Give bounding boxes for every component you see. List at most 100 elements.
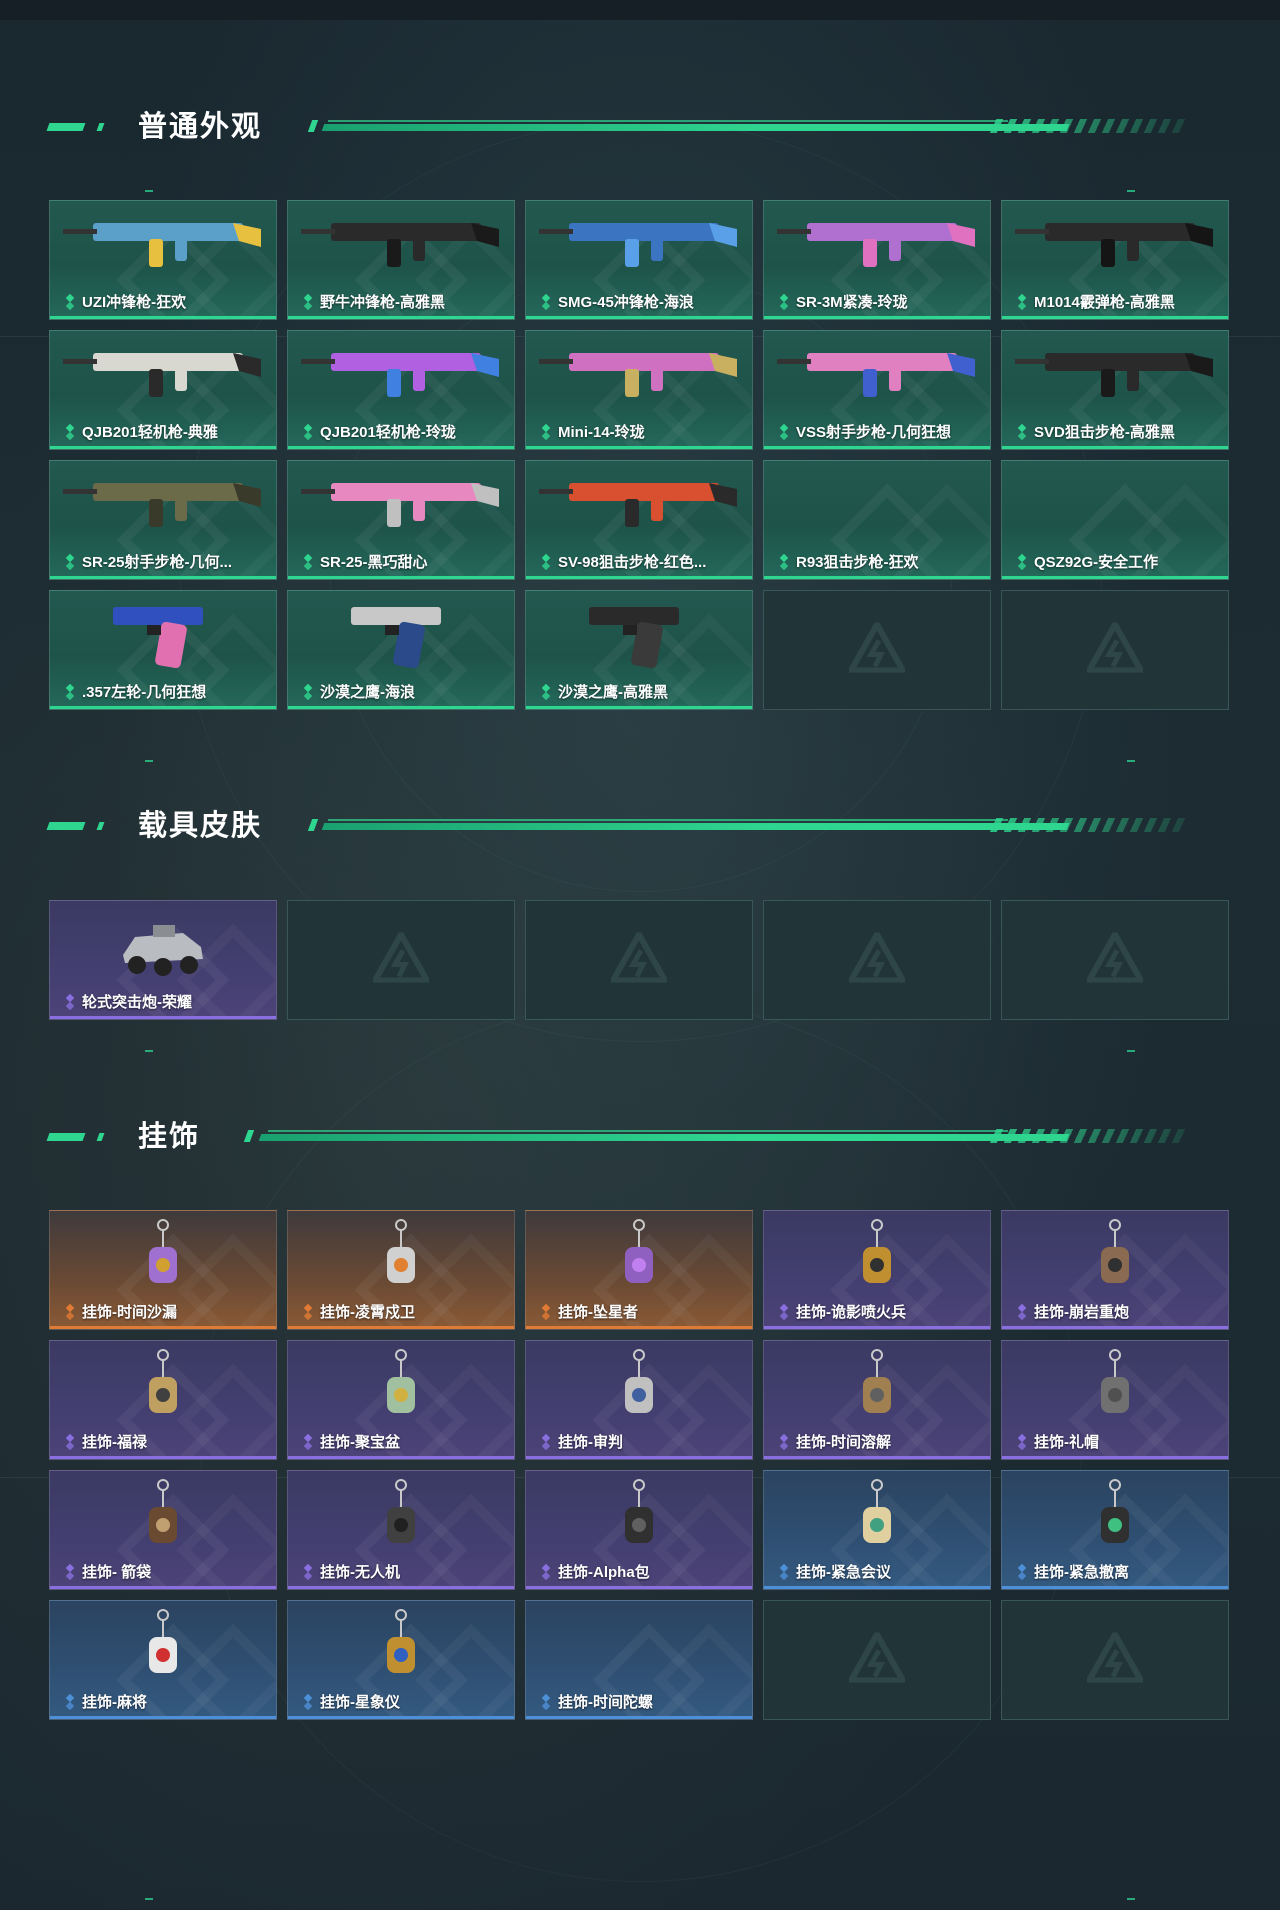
header-checker-pattern [989, 119, 1193, 133]
item-card[interactable]: 挂饰-聚宝盆 [287, 1340, 515, 1460]
item-card[interactable]: 挂饰-紧急会议 [763, 1470, 991, 1590]
rarity-diamond-icon [64, 553, 78, 571]
item-card[interactable]: Mini-14-玲珑 [525, 330, 753, 450]
sniper-icon [1015, 337, 1215, 412]
rarity-bar [50, 446, 276, 449]
header-accent [46, 1133, 86, 1141]
charm-icon [123, 1607, 203, 1700]
item-card[interactable]: UZI冲锋枪-狂欢 [49, 200, 277, 320]
item-card[interactable]: SMG-45冲锋枪-海浪 [525, 200, 753, 320]
charm-icon [361, 1347, 441, 1440]
placeholder-logo-icon [1083, 1628, 1147, 1688]
item-label: 挂饰-紧急撤离 [1034, 1564, 1129, 1581]
item-card[interactable]: 挂饰-崩岩重炮 [1001, 1210, 1229, 1330]
item-card[interactable]: 沙漠之鹰-海浪 [287, 590, 515, 710]
item-card[interactable]: QJB201轻机枪-玲珑 [287, 330, 515, 450]
sniper-icon [539, 467, 739, 542]
item-card[interactable]: SR-3M紧凑-玲珑 [763, 200, 991, 320]
item-label: Mini-14-玲珑 [558, 424, 645, 441]
section-header-vehicles: 载具皮肤 [46, 806, 1208, 846]
item-label: 挂饰-坠星者 [558, 1304, 638, 1321]
item-card[interactable]: 挂饰-麻将 [49, 1600, 277, 1720]
rarity-bar [526, 316, 752, 319]
rarity-bar [1002, 1586, 1228, 1589]
item-card[interactable]: QSZ92G-安全工作 [1001, 460, 1229, 580]
rarity-diamond-icon [778, 553, 792, 571]
item-label: QJB201轻机枪-典雅 [82, 424, 218, 441]
placeholder-logo-icon [845, 1628, 909, 1688]
item-card[interactable]: 挂饰-礼帽 [1001, 1340, 1229, 1460]
item-card[interactable]: 挂饰-无人机 [287, 1470, 515, 1590]
rarity-diamond-icon [64, 293, 78, 311]
item-card[interactable]: 挂饰- 箭袋 [49, 1470, 277, 1590]
rarity-diamond-icon [540, 423, 554, 441]
item-card[interactable]: 沙漠之鹰-高雅黑 [525, 590, 753, 710]
item-label: 挂饰-麻将 [82, 1694, 147, 1711]
rarity-diamond-icon [64, 1693, 78, 1711]
rarity-bar [288, 1326, 514, 1329]
charm-icon [1075, 1477, 1155, 1570]
rarity-bar [764, 1586, 990, 1589]
item-card[interactable]: 挂饰-凌霄戍卫 [287, 1210, 515, 1330]
rarity-bar [50, 706, 276, 709]
smg-icon [301, 207, 501, 282]
item-card[interactable]: 挂饰-坠星者 [525, 1210, 753, 1330]
item-card[interactable]: 挂饰-诡影喷火兵 [763, 1210, 991, 1330]
item-card[interactable]: 轮式突击炮-荣耀 [49, 900, 277, 1020]
rarity-bar [1002, 1456, 1228, 1459]
rarity-bar [1002, 316, 1228, 319]
rifle-icon [777, 337, 977, 412]
item-card[interactable]: 挂饰-福禄 [49, 1340, 277, 1460]
item-card[interactable]: R93狙击步枪-狂欢 [763, 460, 991, 580]
placeholder-logo-icon [369, 928, 433, 988]
deco-tick [145, 190, 153, 192]
item-card[interactable]: 挂饰-审判 [525, 1340, 753, 1460]
rarity-diamond-icon [1016, 1433, 1030, 1451]
item-card[interactable]: .357左轮-几何狂想 [49, 590, 277, 710]
charm-icon [599, 1477, 679, 1570]
deco-tick [1127, 1898, 1135, 1900]
rarity-bar [526, 446, 752, 449]
item-card[interactable]: 挂饰-时间陀螺 [525, 1600, 753, 1720]
rarity-diamond-icon [302, 1563, 316, 1581]
placeholder-logo-icon [845, 618, 909, 678]
item-card[interactable]: 挂饰-星象仪 [287, 1600, 515, 1720]
item-card[interactable]: SV-98狙击步枪-红色... [525, 460, 753, 580]
section-title: 普通外观 [138, 111, 263, 143]
header-accent [46, 822, 86, 830]
rarity-bar [764, 1326, 990, 1329]
item-label: 挂饰-礼帽 [1034, 1434, 1099, 1451]
item-card[interactable]: SR-25射手步枪-几何... [49, 460, 277, 580]
item-card[interactable]: SVD狙击步枪-高雅黑 [1001, 330, 1229, 450]
item-card[interactable]: SR-25-黑巧甜心 [287, 460, 515, 580]
rarity-diamond-icon [540, 293, 554, 311]
charm-icon [837, 1217, 917, 1310]
item-card[interactable]: M1014霰弹枪-高雅黑 [1001, 200, 1229, 320]
rarity-diamond-icon [778, 423, 792, 441]
header-accent [96, 123, 105, 131]
header-accent [307, 120, 319, 132]
item-card[interactable]: 挂饰-Alpha包 [525, 1470, 753, 1590]
rarity-diamond-icon [778, 1303, 792, 1321]
rarity-bar [526, 1586, 752, 1589]
empty-slot [287, 900, 515, 1020]
item-card[interactable]: 挂饰-时间沙漏 [49, 1210, 277, 1330]
rarity-diamond-icon [540, 1563, 554, 1581]
rarity-bar [288, 706, 514, 709]
item-label: 挂饰-聚宝盆 [320, 1434, 400, 1451]
rarity-diamond-icon [540, 1693, 554, 1711]
vehicle-icon [113, 907, 213, 992]
item-card[interactable]: 挂饰-紧急撤离 [1001, 1470, 1229, 1590]
rarity-diamond-icon [64, 683, 78, 701]
header-accent [96, 822, 105, 830]
rarity-bar [288, 316, 514, 319]
item-card[interactable]: 挂饰-时间溶解 [763, 1340, 991, 1460]
item-card[interactable]: VSS射手步枪-几何狂想 [763, 330, 991, 450]
item-card[interactable]: QJB201轻机枪-典雅 [49, 330, 277, 450]
item-label: 轮式突击炮-荣耀 [82, 994, 192, 1011]
rarity-diamond-icon [64, 423, 78, 441]
item-label: 挂饰-诡影喷火兵 [796, 1304, 906, 1321]
item-label: .357左轮-几何狂想 [82, 684, 207, 701]
item-card[interactable]: 野牛冲锋枪-高雅黑 [287, 200, 515, 320]
header-checker-pattern [989, 818, 1193, 832]
